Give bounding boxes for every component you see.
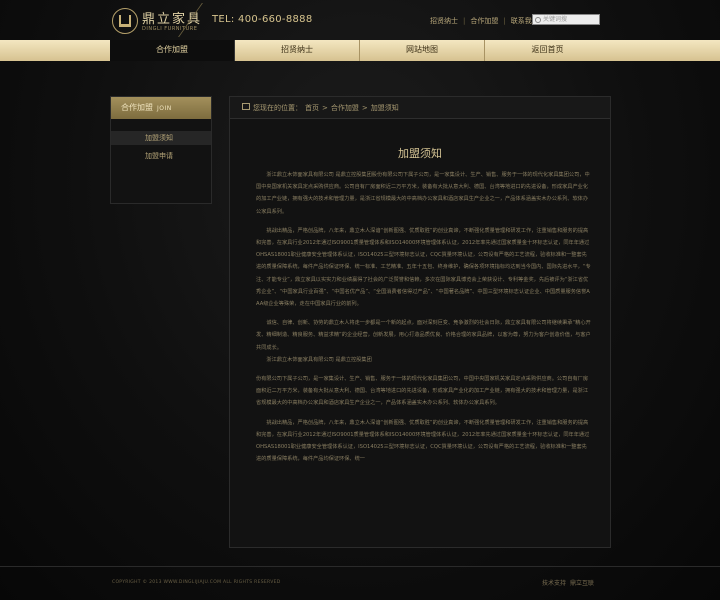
page-title: 加盟须知 bbox=[398, 147, 442, 160]
top-links: 招贤纳士 | 合作加盟 | 联系我们 bbox=[430, 16, 539, 26]
top-link-separator: | bbox=[503, 17, 506, 25]
top-link-recruit[interactable]: 招贤纳士 bbox=[430, 16, 458, 26]
home-icon bbox=[242, 103, 250, 110]
article-paragraph: 浙江鼎立木饰面家具有限公司 是鼎立控股集团股份有限公司下属子公司，是一家集设计、… bbox=[256, 172, 590, 215]
article-paragraph: 份有限公司下属子公司，是一家集设计、生产、销售、服务于一体的现代化家具集团公司，… bbox=[256, 376, 589, 407]
logo-emblem-icon bbox=[112, 8, 138, 34]
content-panel: 您现在的位置： 首页 > 合作加盟 > 加盟须知 加盟须知 浙江鼎立木饰面家具有限公司 是… bbox=[229, 96, 611, 548]
article-paragraph: 诚信、自律、创新、协劳的鼎立木人将走一步都是一个新的起点，面对深刻巨变、竞争激烈… bbox=[256, 320, 591, 351]
sidebar: 合作加盟 JOIN 加盟须知 加盟申请 bbox=[110, 96, 212, 204]
nav-item-recruit[interactable]: 招贤纳士 bbox=[235, 40, 360, 61]
footer-link-support[interactable]: 技术支持 bbox=[542, 580, 566, 587]
breadcrumb-current: 加盟须知 bbox=[370, 104, 399, 112]
article-paragraph: 挑战出精品，严格创品牌，八年来，鼎立木人深谙“创新图强、优质取胜”的创业真谛，不… bbox=[256, 227, 591, 308]
article-paragraph: 浙江鼎立木饰面家具有限公司 是鼎立控股集团 bbox=[266, 356, 372, 363]
breadcrumb-prefix: 您现在的位置： bbox=[253, 104, 302, 112]
footer-links: 技术支持 鼎立互联 bbox=[542, 578, 598, 587]
footer-divider bbox=[0, 566, 720, 567]
article-body: 浙江鼎立木饰面家具有限公司 是鼎立控股集团股份有限公司下属子公司，是一家集设计、… bbox=[256, 169, 592, 539]
breadcrumb-join[interactable]: 合作加盟 bbox=[331, 104, 359, 112]
search-icon[interactable] bbox=[535, 17, 541, 23]
sidebar-title-en: JOIN bbox=[157, 105, 172, 112]
copyright-text: COPYRIGHT © 2013 WWW.DINGLIJIAJU.COM ALL… bbox=[112, 580, 281, 585]
breadcrumb-separator: > bbox=[361, 104, 368, 112]
top-link-join[interactable]: 合作加盟 bbox=[470, 16, 498, 26]
nav-item-home[interactable]: 返回首页 bbox=[485, 40, 610, 61]
site-header: 鼎立家具 DINGLI FURNITURE TEL: 400-660-8888 … bbox=[0, 0, 720, 40]
nav-item-sitemap[interactable]: 网站地图 bbox=[360, 40, 485, 61]
sidebar-item-notice[interactable]: 加盟须知 bbox=[111, 131, 211, 145]
breadcrumb-separator: > bbox=[322, 104, 328, 112]
top-link-separator: | bbox=[463, 17, 466, 25]
main-nav: 合作加盟 招贤纳士 网站地图 返回首页 bbox=[0, 40, 720, 61]
sidebar-title: 合作加盟 JOIN bbox=[111, 97, 211, 119]
sidebar-item-apply[interactable]: 加盟申请 bbox=[111, 149, 211, 163]
sidebar-title-cn: 合作加盟 bbox=[121, 103, 153, 112]
breadcrumb-home[interactable]: 首页 bbox=[305, 104, 319, 112]
nav-item-join[interactable]: 合作加盟 bbox=[110, 40, 235, 61]
breadcrumb: 您现在的位置： 首页 > 合作加盟 > 加盟须知 bbox=[230, 97, 610, 119]
search-placeholder: 关键词搜 bbox=[543, 16, 568, 23]
article-paragraph: 挑战出精品，严格创品牌，八年来，鼎立木人深谙“创新图强、优质取胜”的创业真谛，不… bbox=[256, 419, 590, 463]
footer-link-partner[interactable]: 鼎立互联 bbox=[570, 580, 594, 587]
search-input[interactable]: 关键词搜 bbox=[532, 14, 600, 25]
phone-number: TEL: 400-660-8888 bbox=[212, 14, 313, 25]
